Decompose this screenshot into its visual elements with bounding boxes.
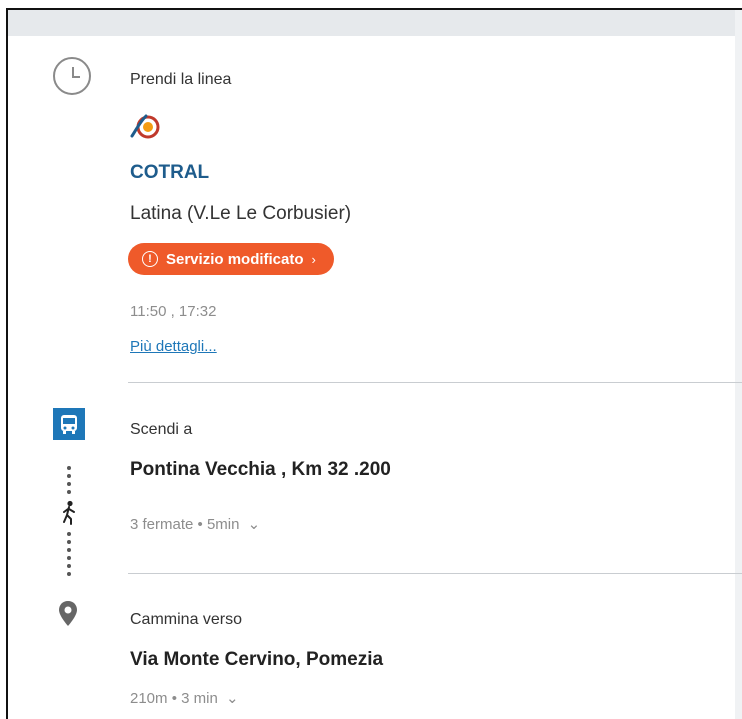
- walking-person-icon: [63, 500, 75, 525]
- connector-dot: [67, 466, 71, 470]
- service-modified-label: Servizio modificato: [166, 250, 304, 268]
- location-pin-icon: [59, 601, 77, 626]
- top-bar: [8, 10, 742, 36]
- walk-destination: Via Monte Cervino, Pomezia: [130, 649, 384, 670]
- departure-times: 11:50 , 17:32: [130, 303, 217, 320]
- scrollbar-track[interactable]: [735, 10, 742, 719]
- divider-1: [128, 382, 742, 383]
- walk-summary-toggle[interactable]: 210m • 3 min ⌄: [130, 689, 239, 707]
- step-header-scendi: Scendi a: [130, 421, 193, 438]
- step-header-prendi: Prendi la linea: [130, 71, 232, 88]
- operator-name: COTRAL: [130, 162, 210, 183]
- clock-icon: [53, 57, 91, 95]
- more-details-link[interactable]: Più dettagli...: [130, 338, 217, 355]
- chevron-down-icon: ⌄: [225, 690, 239, 707]
- divider-2: [128, 573, 742, 574]
- chevron-right-icon: ›: [311, 251, 316, 267]
- connector-dot: [67, 556, 71, 560]
- route-steps-panel: Prendi la linea COTRAL Latina (V.Le Le C…: [6, 8, 742, 719]
- connector-dot: [67, 572, 71, 576]
- cotral-logo-icon: [130, 114, 160, 139]
- connector-dot: [67, 548, 71, 552]
- connector-dot: [67, 474, 71, 478]
- connector-dot: [67, 532, 71, 536]
- line-destination: Latina (V.Le Le Corbusier): [130, 203, 352, 224]
- walk-summary: 210m • 3 min: [130, 690, 218, 707]
- service-modified-button[interactable]: ! Servizio modificato ›: [128, 243, 334, 275]
- stop-name: Pontina Vecchia , Km 32 .200: [130, 459, 391, 480]
- connector-dot: [67, 482, 71, 486]
- stop-summary-toggle[interactable]: 3 fermate • 5min ⌄: [130, 515, 260, 533]
- alert-icon: !: [142, 251, 158, 267]
- chevron-down-icon: ⌄: [247, 516, 261, 533]
- connector-dot: [67, 490, 71, 494]
- step-header-cammina: Cammina verso: [130, 611, 243, 628]
- stop-summary: 3 fermate • 5min: [130, 516, 240, 533]
- connector-dot: [67, 564, 71, 568]
- bus-icon: [53, 408, 85, 440]
- connector-dot: [67, 540, 71, 544]
